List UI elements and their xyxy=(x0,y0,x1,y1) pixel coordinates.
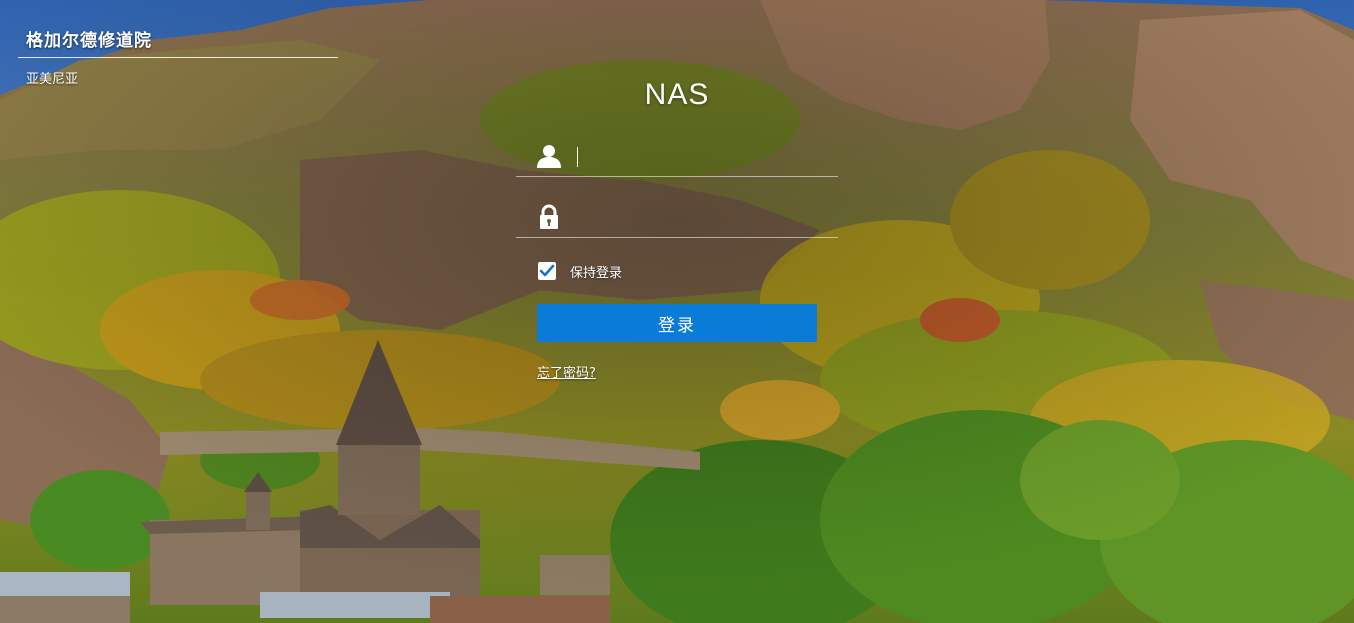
password-input[interactable] xyxy=(576,203,826,231)
remember-me-label: 保持登录 xyxy=(570,265,623,281)
login-screen: 格加尔德修道院 亚美尼亚 NAS 保持登录 登录 忘了密码? xyxy=(0,0,1354,623)
caption-divider xyxy=(18,57,338,58)
user-icon xyxy=(536,143,562,169)
checkmark-icon xyxy=(539,264,555,277)
location-country: 亚美尼亚 xyxy=(26,72,79,87)
username-input[interactable] xyxy=(576,142,826,170)
lock-icon xyxy=(536,204,562,230)
forgot-password-link[interactable]: 忘了密码? xyxy=(537,362,596,381)
text-caret xyxy=(577,147,578,167)
login-button[interactable]: 登录 xyxy=(537,304,817,342)
remember-me-checkbox[interactable] xyxy=(538,262,556,280)
location-title: 格加尔德修道院 xyxy=(26,31,152,51)
password-field[interactable] xyxy=(516,197,838,238)
username-field[interactable] xyxy=(516,136,838,177)
app-name-title: NAS xyxy=(644,78,710,111)
remember-me[interactable]: 保持登录 xyxy=(538,260,622,282)
